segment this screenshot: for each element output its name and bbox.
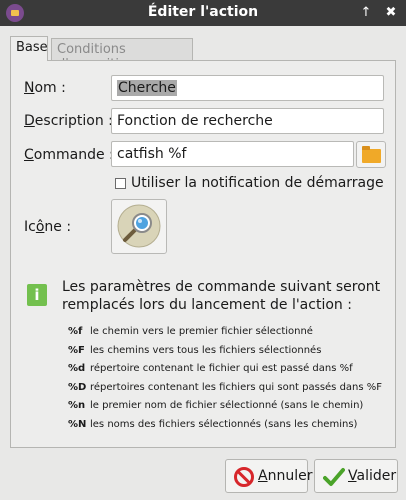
maximize-up-icon[interactable]: ↑ xyxy=(356,3,376,23)
cancel-button[interactable]: Annuler xyxy=(225,459,312,493)
cancel-icon xyxy=(234,467,254,487)
folder-icon xyxy=(362,146,381,163)
startup-notification-label[interactable]: Utiliser la notification de démarrage xyxy=(131,175,384,191)
param-row: %N les noms des fichiers sélectionnés (sa… xyxy=(68,418,358,430)
checkmark-icon xyxy=(323,468,345,486)
command-field[interactable]: catfish %f xyxy=(111,141,354,167)
browse-command-button[interactable] xyxy=(356,141,386,168)
validate-button[interactable]: Valider xyxy=(314,459,398,493)
name-value: Cherche xyxy=(117,80,177,96)
validate-label: Valider xyxy=(348,468,397,484)
info-text: Les paramètres de commande suivant seron… xyxy=(62,279,381,313)
title-bar: Éditer l'action ↑ ✖ xyxy=(0,0,406,26)
choose-icon-button[interactable] xyxy=(111,199,167,254)
search-icon xyxy=(117,204,161,248)
name-field[interactable]: Cherche xyxy=(111,75,384,101)
param-row: %F les chemins vers tous les fichiers sél… xyxy=(68,344,322,356)
param-row: %f le chemin vers le premier fichier séle… xyxy=(68,326,313,337)
param-row: %D répertoires contenant les fichiers qui… xyxy=(68,381,383,393)
param-row: %n le premier nom de fichier sélectionné … xyxy=(68,400,364,411)
info-icon: i xyxy=(27,284,47,306)
cancel-label: Annuler xyxy=(258,468,313,484)
command-label: Commande : xyxy=(24,147,114,163)
parameters-list: %f le chemin vers le premier fichier séle… xyxy=(68,323,388,434)
tab-conditions[interactable]: Conditions d'apparition xyxy=(51,38,193,72)
window-title: Éditer l'action xyxy=(147,4,259,20)
name-label: Nom : xyxy=(24,80,66,96)
param-row: %d répertoire contenant le fichier qui es… xyxy=(68,363,353,374)
startup-notification-checkbox[interactable] xyxy=(115,178,126,189)
close-icon[interactable]: ✖ xyxy=(381,3,401,23)
icon-label: Icône : xyxy=(24,219,72,235)
description-label: Description : xyxy=(24,113,113,129)
tab-base[interactable]: Base xyxy=(10,36,48,61)
description-field[interactable]: Fonction de recherche xyxy=(111,108,384,134)
